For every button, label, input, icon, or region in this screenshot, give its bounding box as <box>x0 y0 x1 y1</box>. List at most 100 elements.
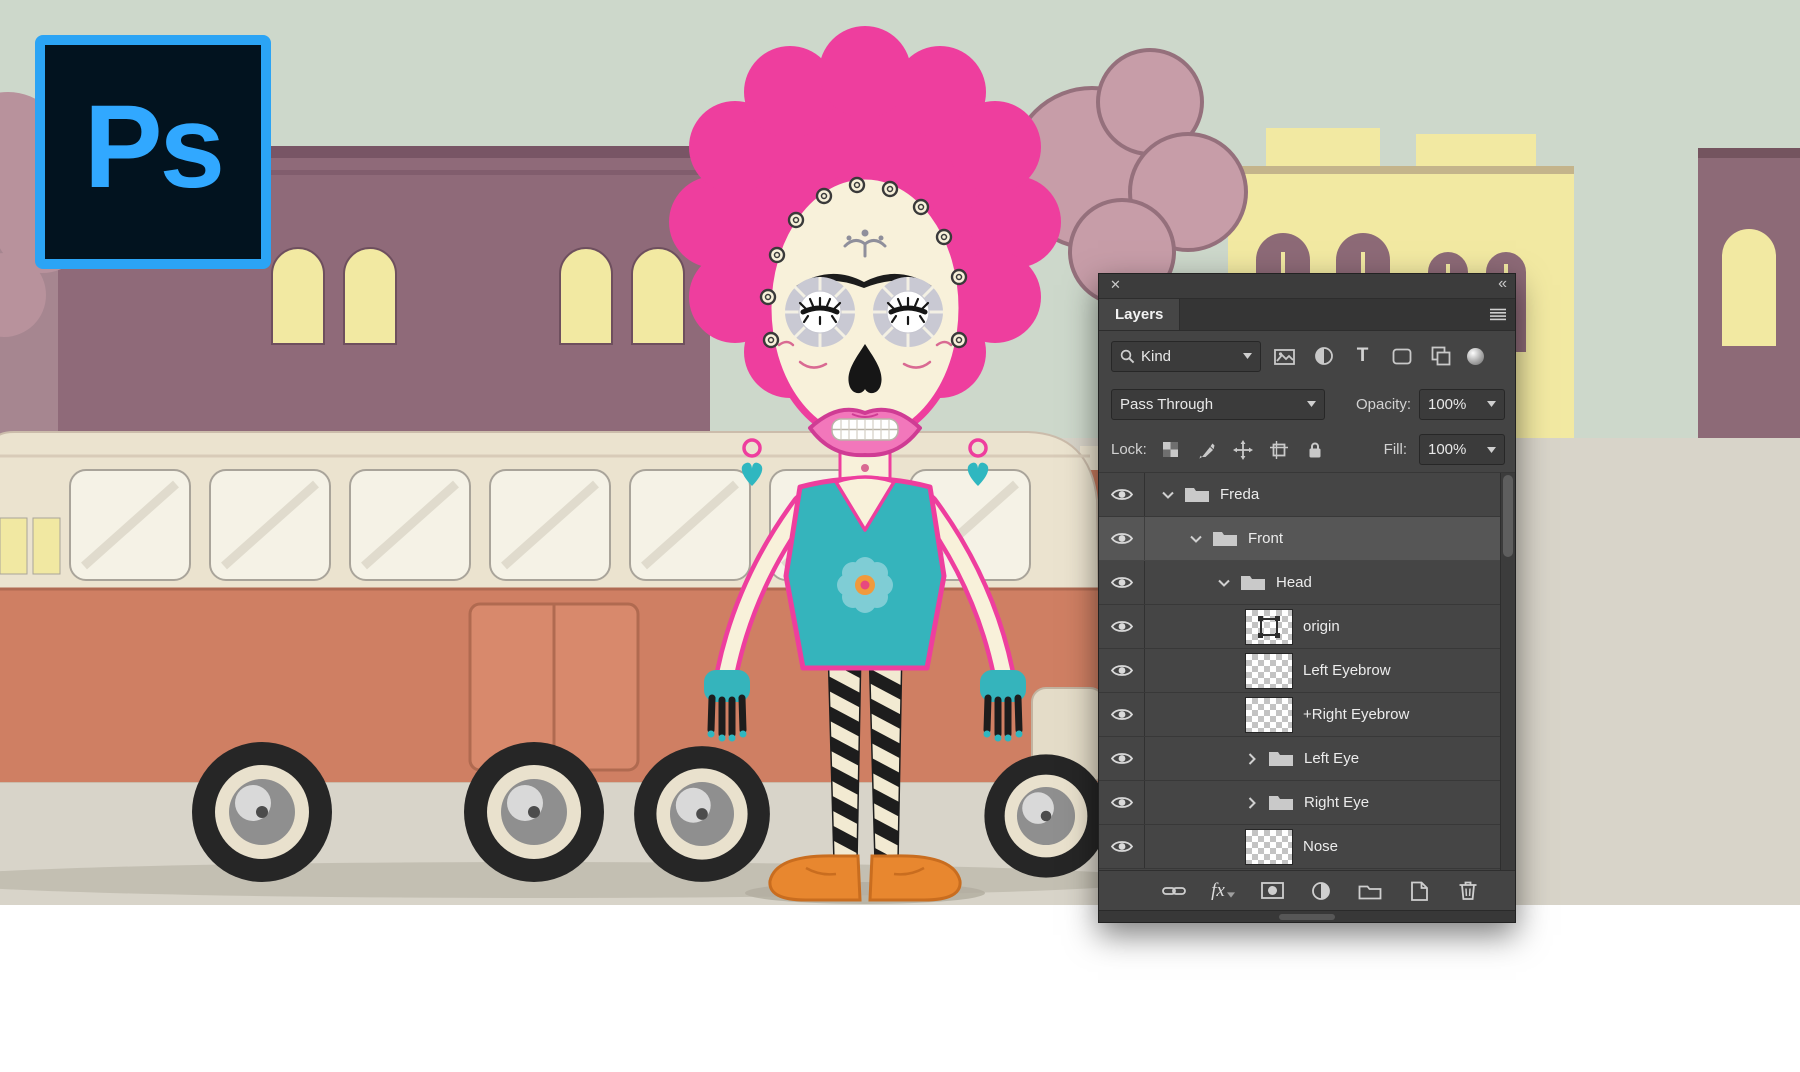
smart-object-filter-icon[interactable] <box>1425 341 1456 372</box>
shape-filter-icon[interactable] <box>1386 341 1417 372</box>
opacity-label: Opacity: <box>1356 396 1411 413</box>
filter-toggle-icon[interactable] <box>1467 348 1484 365</box>
visibility-toggle[interactable] <box>1099 517 1145 560</box>
close-icon[interactable]: ✕ <box>1110 277 1121 293</box>
eye-icon <box>1111 707 1133 722</box>
layer-name: Head <box>1276 574 1312 591</box>
panel-resize-handle[interactable] <box>1279 914 1335 920</box>
layer-list: Freda Front <box>1099 473 1515 870</box>
chevron-down-icon <box>1487 401 1496 407</box>
lock-all-icon[interactable] <box>1303 438 1327 462</box>
layer-row[interactable]: +Right Eyebrow <box>1099 693 1515 737</box>
eye-icon <box>1111 575 1133 590</box>
layer-name: +Right Eyebrow <box>1303 706 1409 723</box>
layer-name: Right Eye <box>1304 794 1369 811</box>
panel-resize-bar[interactable] <box>1099 910 1515 922</box>
photoshop-canvas: Ps ✕ « Layers Kind <box>0 0 1800 1072</box>
folder-icon <box>1268 793 1294 812</box>
eye-icon <box>1111 795 1133 810</box>
layer-row[interactable]: Left Eye <box>1099 737 1515 781</box>
opacity-value: 100% <box>1428 396 1466 413</box>
photoshop-logo: Ps <box>35 35 271 269</box>
chevron-right-icon[interactable] <box>1245 753 1258 765</box>
photoshop-logo-text: Ps <box>84 79 222 225</box>
fill-value: 100% <box>1428 441 1466 458</box>
chevron-down-icon <box>1243 353 1252 359</box>
type-filter-icon[interactable]: T <box>1347 341 1378 372</box>
lock-row: Lock: <box>1099 427 1515 473</box>
layers-panel: ✕ « Layers Kind <box>1098 273 1516 923</box>
new-layer-icon[interactable] <box>1402 877 1436 905</box>
search-icon <box>1120 349 1135 364</box>
blend-row: Pass Through Opacity: 100% <box>1099 381 1515 427</box>
lock-pixels-icon[interactable] <box>1195 438 1219 462</box>
visibility-toggle[interactable] <box>1099 561 1145 604</box>
pixel-filter-icon[interactable] <box>1269 341 1300 372</box>
layer-row[interactable]: Freda <box>1099 473 1515 517</box>
chevron-down-icon[interactable] <box>1217 579 1230 587</box>
lock-position-icon[interactable] <box>1231 438 1255 462</box>
visibility-toggle[interactable] <box>1099 605 1145 648</box>
folder-icon <box>1184 485 1210 504</box>
eye-icon <box>1111 487 1133 502</box>
layer-row[interactable]: Head <box>1099 561 1515 605</box>
chevron-right-icon[interactable] <box>1245 797 1258 809</box>
eye-icon <box>1111 751 1133 766</box>
lock-transparency-icon[interactable] <box>1159 438 1183 462</box>
folder-icon <box>1240 573 1266 592</box>
layer-thumbnail[interactable] <box>1245 609 1293 645</box>
add-layer-mask-icon[interactable] <box>1255 877 1289 905</box>
kind-filter-select[interactable]: Kind <box>1111 341 1261 372</box>
fill-label: Fill: <box>1384 441 1407 458</box>
layers-scrollbar[interactable] <box>1500 473 1515 870</box>
blend-mode-select[interactable]: Pass Through <box>1111 389 1325 420</box>
eye-icon <box>1111 531 1133 546</box>
layer-row[interactable]: origin <box>1099 605 1515 649</box>
layer-name: origin <box>1303 618 1340 635</box>
chevron-down-icon[interactable] <box>1161 491 1174 499</box>
layers-scrollbar-thumb[interactable] <box>1503 475 1513 557</box>
opacity-select[interactable]: 100% <box>1419 389 1505 420</box>
new-adjustment-layer-icon[interactable] <box>1304 877 1338 905</box>
layer-thumbnail[interactable] <box>1245 829 1293 865</box>
visibility-toggle[interactable] <box>1099 473 1145 516</box>
layer-name: Nose <box>1303 838 1338 855</box>
layer-name: Freda <box>1220 486 1259 503</box>
kind-filter-label: Kind <box>1141 348 1171 365</box>
layer-row[interactable]: Nose <box>1099 825 1515 869</box>
panel-menu-icon[interactable] <box>1490 308 1506 325</box>
layer-row[interactable]: Left Eyebrow <box>1099 649 1515 693</box>
delete-layer-icon[interactable] <box>1451 877 1485 905</box>
layer-thumbnail[interactable] <box>1245 697 1293 733</box>
visibility-toggle[interactable] <box>1099 693 1145 736</box>
blend-mode-value: Pass Through <box>1120 396 1213 413</box>
visibility-toggle[interactable] <box>1099 649 1145 692</box>
transform-icon <box>1257 615 1281 639</box>
lock-artboard-icon[interactable] <box>1267 438 1291 462</box>
panel-topbar: ✕ « <box>1099 274 1515 299</box>
adjustment-filter-icon[interactable] <box>1308 341 1339 372</box>
eye-icon <box>1111 663 1133 678</box>
panel-tabbar: Layers <box>1099 299 1515 331</box>
tab-layers[interactable]: Layers <box>1099 299 1180 330</box>
layer-thumbnail[interactable] <box>1245 653 1293 689</box>
tab-layers-label: Layers <box>1115 306 1163 323</box>
layer-name: Left Eye <box>1304 750 1359 767</box>
chevron-down-icon[interactable] <box>1189 535 1202 543</box>
lock-label: Lock: <box>1111 441 1147 458</box>
visibility-toggle[interactable] <box>1099 825 1145 868</box>
filter-row: Kind T <box>1099 331 1515 381</box>
folder-icon <box>1212 529 1238 548</box>
eye-icon <box>1111 619 1133 634</box>
visibility-toggle[interactable] <box>1099 737 1145 780</box>
link-layers-icon[interactable] <box>1157 877 1191 905</box>
new-group-icon[interactable] <box>1353 877 1387 905</box>
layer-row[interactable]: Front <box>1099 517 1515 561</box>
layer-row[interactable]: Right Eye <box>1099 781 1515 825</box>
collapse-panel-icon[interactable]: « <box>1498 275 1505 293</box>
visibility-toggle[interactable] <box>1099 781 1145 824</box>
folder-icon <box>1268 749 1294 768</box>
chevron-down-icon <box>1487 447 1496 453</box>
fill-select[interactable]: 100% <box>1419 434 1505 465</box>
layer-style-fx-icon[interactable]: fx <box>1206 877 1240 905</box>
